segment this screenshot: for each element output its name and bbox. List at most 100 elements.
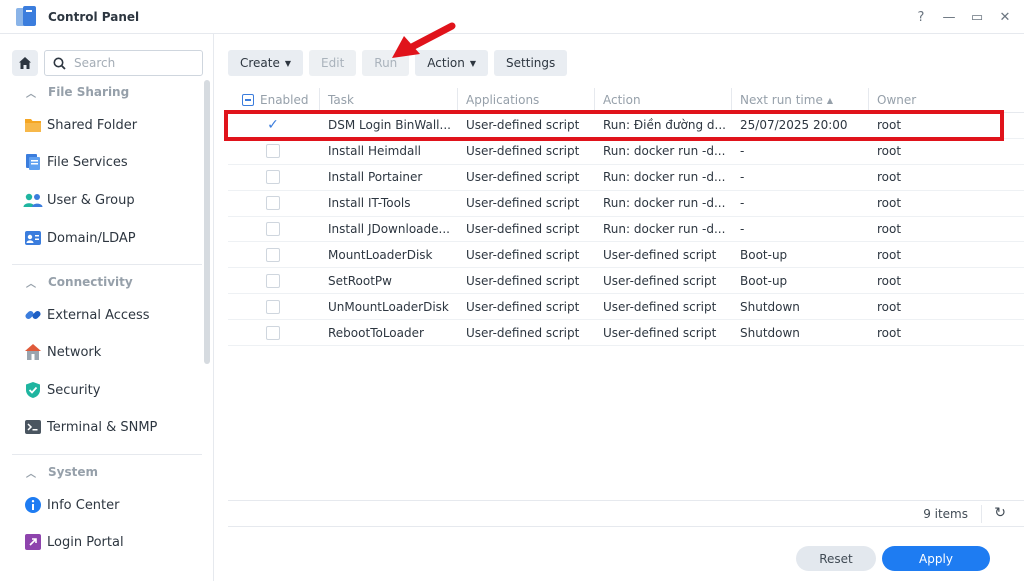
sidebar-item-info-center[interactable]: Info Center bbox=[14, 490, 202, 520]
next-run-cell: - bbox=[740, 222, 745, 236]
owner-cell: root bbox=[877, 118, 902, 133]
table-row[interactable]: MountLoaderDisk User-defined script User-d… bbox=[228, 242, 1024, 269]
enabled-cell bbox=[228, 268, 320, 293]
applications-cell: User-defined script bbox=[466, 170, 580, 185]
sidebar-item-terminal-snmp[interactable]: Terminal & SNMP bbox=[14, 412, 202, 442]
owner-cell: root bbox=[877, 273, 902, 288]
sidebar-item-external-access[interactable]: External Access bbox=[14, 300, 202, 330]
settings-button[interactable]: Settings bbox=[494, 50, 568, 76]
applications-cell: User-defined script bbox=[466, 299, 580, 314]
search-input[interactable] bbox=[74, 56, 194, 70]
main-content: Create ▼ Edit Run Action ▼ Settings Enab… bbox=[214, 34, 1024, 581]
section-system[interactable]: ︿ System bbox=[12, 462, 98, 482]
caret-down-icon: ▼ bbox=[284, 58, 292, 68]
column-action[interactable]: Action bbox=[595, 88, 732, 112]
red-arrow-annotation bbox=[392, 22, 456, 58]
applications-cell: User-defined script bbox=[466, 222, 580, 236]
house-icon bbox=[22, 341, 44, 363]
next-run-cell: - bbox=[740, 144, 745, 159]
sort-asc-icon: ▲ bbox=[826, 95, 833, 105]
table-row[interactable]: Install Portainer User-defined script Run:… bbox=[228, 165, 1024, 191]
create-button[interactable]: Create ▼ bbox=[228, 50, 304, 76]
column-applications[interactable]: Applications bbox=[458, 88, 595, 112]
table-row[interactable]: ✓ DSM Login BinWall... User-defined script… bbox=[228, 113, 1024, 139]
column-task[interactable]: Task bbox=[320, 88, 458, 112]
task-cell: Install IT-Tools bbox=[328, 196, 411, 211]
sidebar-item-user-group[interactable]: User & Group bbox=[14, 185, 202, 215]
checkbox[interactable] bbox=[266, 247, 280, 262]
applications-cell: User-defined script bbox=[466, 144, 580, 159]
chevron-up-icon: ︿ bbox=[26, 88, 36, 100]
search-icon bbox=[53, 57, 66, 70]
select-all-checkbox[interactable] bbox=[242, 94, 254, 106]
search-box[interactable] bbox=[44, 50, 203, 76]
column-enabled[interactable]: Enabled bbox=[228, 88, 320, 112]
next-run-cell: Boot-up bbox=[740, 273, 788, 288]
next-run-cell: Boot-up bbox=[740, 247, 788, 262]
sidebar-scrollbar[interactable] bbox=[204, 80, 210, 364]
table-row[interactable]: UnMountLoaderDisk User-defined script User… bbox=[228, 294, 1024, 321]
next-run-cell: - bbox=[740, 170, 745, 185]
checkbox[interactable] bbox=[266, 325, 280, 340]
section-label: Connectivity bbox=[48, 275, 133, 289]
column-owner[interactable]: Owner bbox=[869, 88, 1024, 112]
checkbox[interactable] bbox=[266, 170, 280, 185]
info-icon bbox=[22, 494, 44, 516]
domain-icon bbox=[22, 227, 44, 249]
help-icon[interactable]: ? bbox=[914, 10, 928, 25]
table-row[interactable]: Install IT-Tools User-defined script Run: … bbox=[228, 191, 1024, 217]
section-connectivity[interactable]: ︿ Connectivity bbox=[12, 272, 133, 292]
enabled-cell bbox=[228, 242, 320, 267]
checkbox[interactable] bbox=[266, 273, 280, 288]
checked-checkbox[interactable]: ✓ bbox=[266, 117, 280, 133]
checkbox[interactable] bbox=[266, 196, 280, 211]
apply-button[interactable]: Apply bbox=[882, 546, 990, 571]
divider bbox=[12, 264, 202, 265]
users-icon bbox=[22, 189, 44, 211]
action-cell: User-defined script bbox=[603, 325, 717, 340]
table-row[interactable]: SetRootPw User-defined script User-defined… bbox=[228, 268, 1024, 295]
sidebar-item-security[interactable]: Security bbox=[14, 375, 202, 405]
section-label: File Sharing bbox=[48, 85, 130, 99]
action-cell: Run: docker run -d... bbox=[603, 170, 726, 185]
window-controls: ? — ▭ ✕ bbox=[914, 0, 1012, 34]
enabled-cell bbox=[228, 139, 320, 164]
owner-cell: root bbox=[877, 144, 902, 159]
close-icon[interactable]: ✕ bbox=[998, 10, 1012, 25]
item-count: 9 items bbox=[923, 507, 968, 521]
applications-cell: User-defined script bbox=[466, 118, 580, 133]
edit-button[interactable]: Edit bbox=[309, 50, 357, 76]
divider bbox=[12, 454, 202, 455]
enabled-cell bbox=[228, 191, 320, 216]
sidebar-item-login-portal[interactable]: Login Portal bbox=[14, 527, 202, 557]
table-row[interactable]: Install JDownloade... User-defined script… bbox=[228, 217, 1024, 243]
link-icon bbox=[22, 304, 44, 326]
reset-button[interactable]: Reset bbox=[796, 546, 876, 571]
sidebar-item-label: Terminal & SNMP bbox=[47, 419, 158, 435]
section-file-sharing[interactable]: ︿ File Sharing bbox=[12, 82, 129, 102]
checkbox[interactable] bbox=[266, 144, 280, 159]
applications-cell: User-defined script bbox=[466, 196, 580, 211]
column-next-run[interactable]: Next run time ▲ bbox=[732, 88, 869, 112]
checkbox[interactable] bbox=[266, 299, 280, 314]
maximize-icon[interactable]: ▭ bbox=[970, 10, 984, 25]
minimize-icon[interactable]: — bbox=[942, 10, 956, 25]
home-button[interactable] bbox=[12, 50, 38, 76]
applications-cell: User-defined script bbox=[466, 247, 580, 262]
table-row[interactable]: Install Heimdall User-defined script Run: … bbox=[228, 139, 1024, 165]
chevron-up-icon: ︿ bbox=[26, 278, 36, 290]
sidebar-item-shared-folder[interactable]: Shared Folder bbox=[14, 110, 202, 140]
refresh-icon[interactable]: ↻ bbox=[994, 505, 1006, 521]
task-table: Enabled Task Applications Action Next ru… bbox=[228, 88, 1024, 347]
table-row[interactable]: RebootToLoader User-defined script User-de… bbox=[228, 320, 1024, 347]
checkbox[interactable] bbox=[266, 222, 280, 236]
sidebar-item-label: Domain/LDAP bbox=[47, 230, 136, 246]
action-cell: User-defined script bbox=[603, 299, 717, 314]
sidebar-item-file-services[interactable]: File Services bbox=[14, 147, 202, 177]
create-label: Create bbox=[240, 56, 280, 70]
chevron-up-icon: ︿ bbox=[26, 468, 36, 480]
sidebar-item-network[interactable]: Network bbox=[14, 337, 202, 367]
applications-cell: User-defined script bbox=[466, 325, 580, 340]
column-label: Next run time bbox=[740, 93, 823, 107]
sidebar-item-domain-ldap[interactable]: Domain/LDAP bbox=[14, 223, 202, 253]
